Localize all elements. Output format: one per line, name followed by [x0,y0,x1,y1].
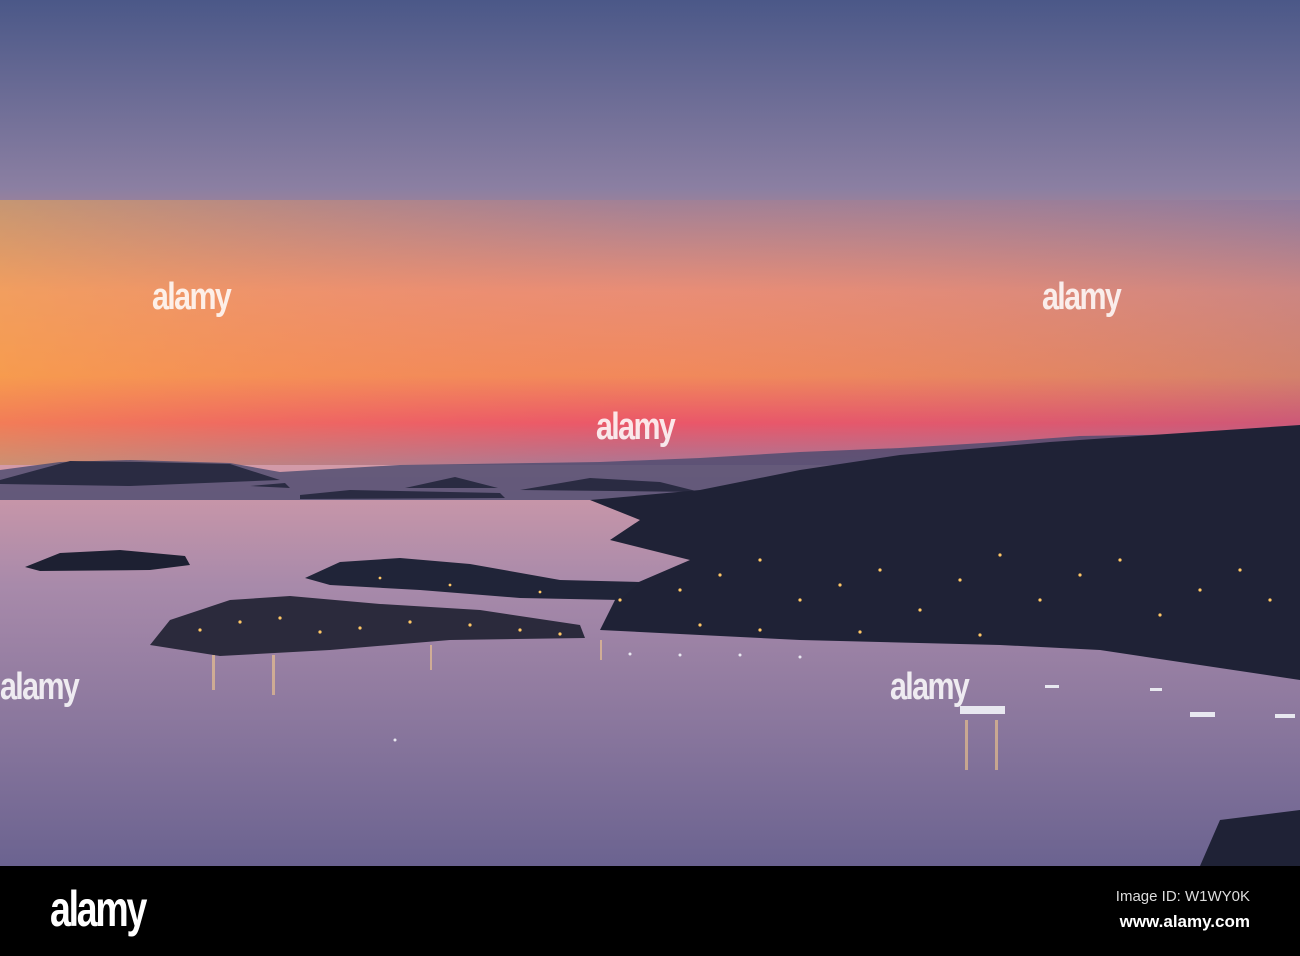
watermark: alamy [1042,276,1122,318]
watermark: alamy [0,666,80,708]
image-id: Image ID: W1WY0K [1115,888,1250,905]
site-url: www.alamy.com [1119,912,1250,931]
watermark: alamy [152,276,232,318]
watermark: alamy [596,406,676,448]
photo-frame: alamy alamy alamy alamy alamy alamy Imag… [0,0,1300,956]
alamy-logo: alamy [50,881,147,937]
watermark: alamy [890,666,970,708]
footer-bar: alamy Image ID: W1WY0K www.alamy.com [0,866,1300,956]
